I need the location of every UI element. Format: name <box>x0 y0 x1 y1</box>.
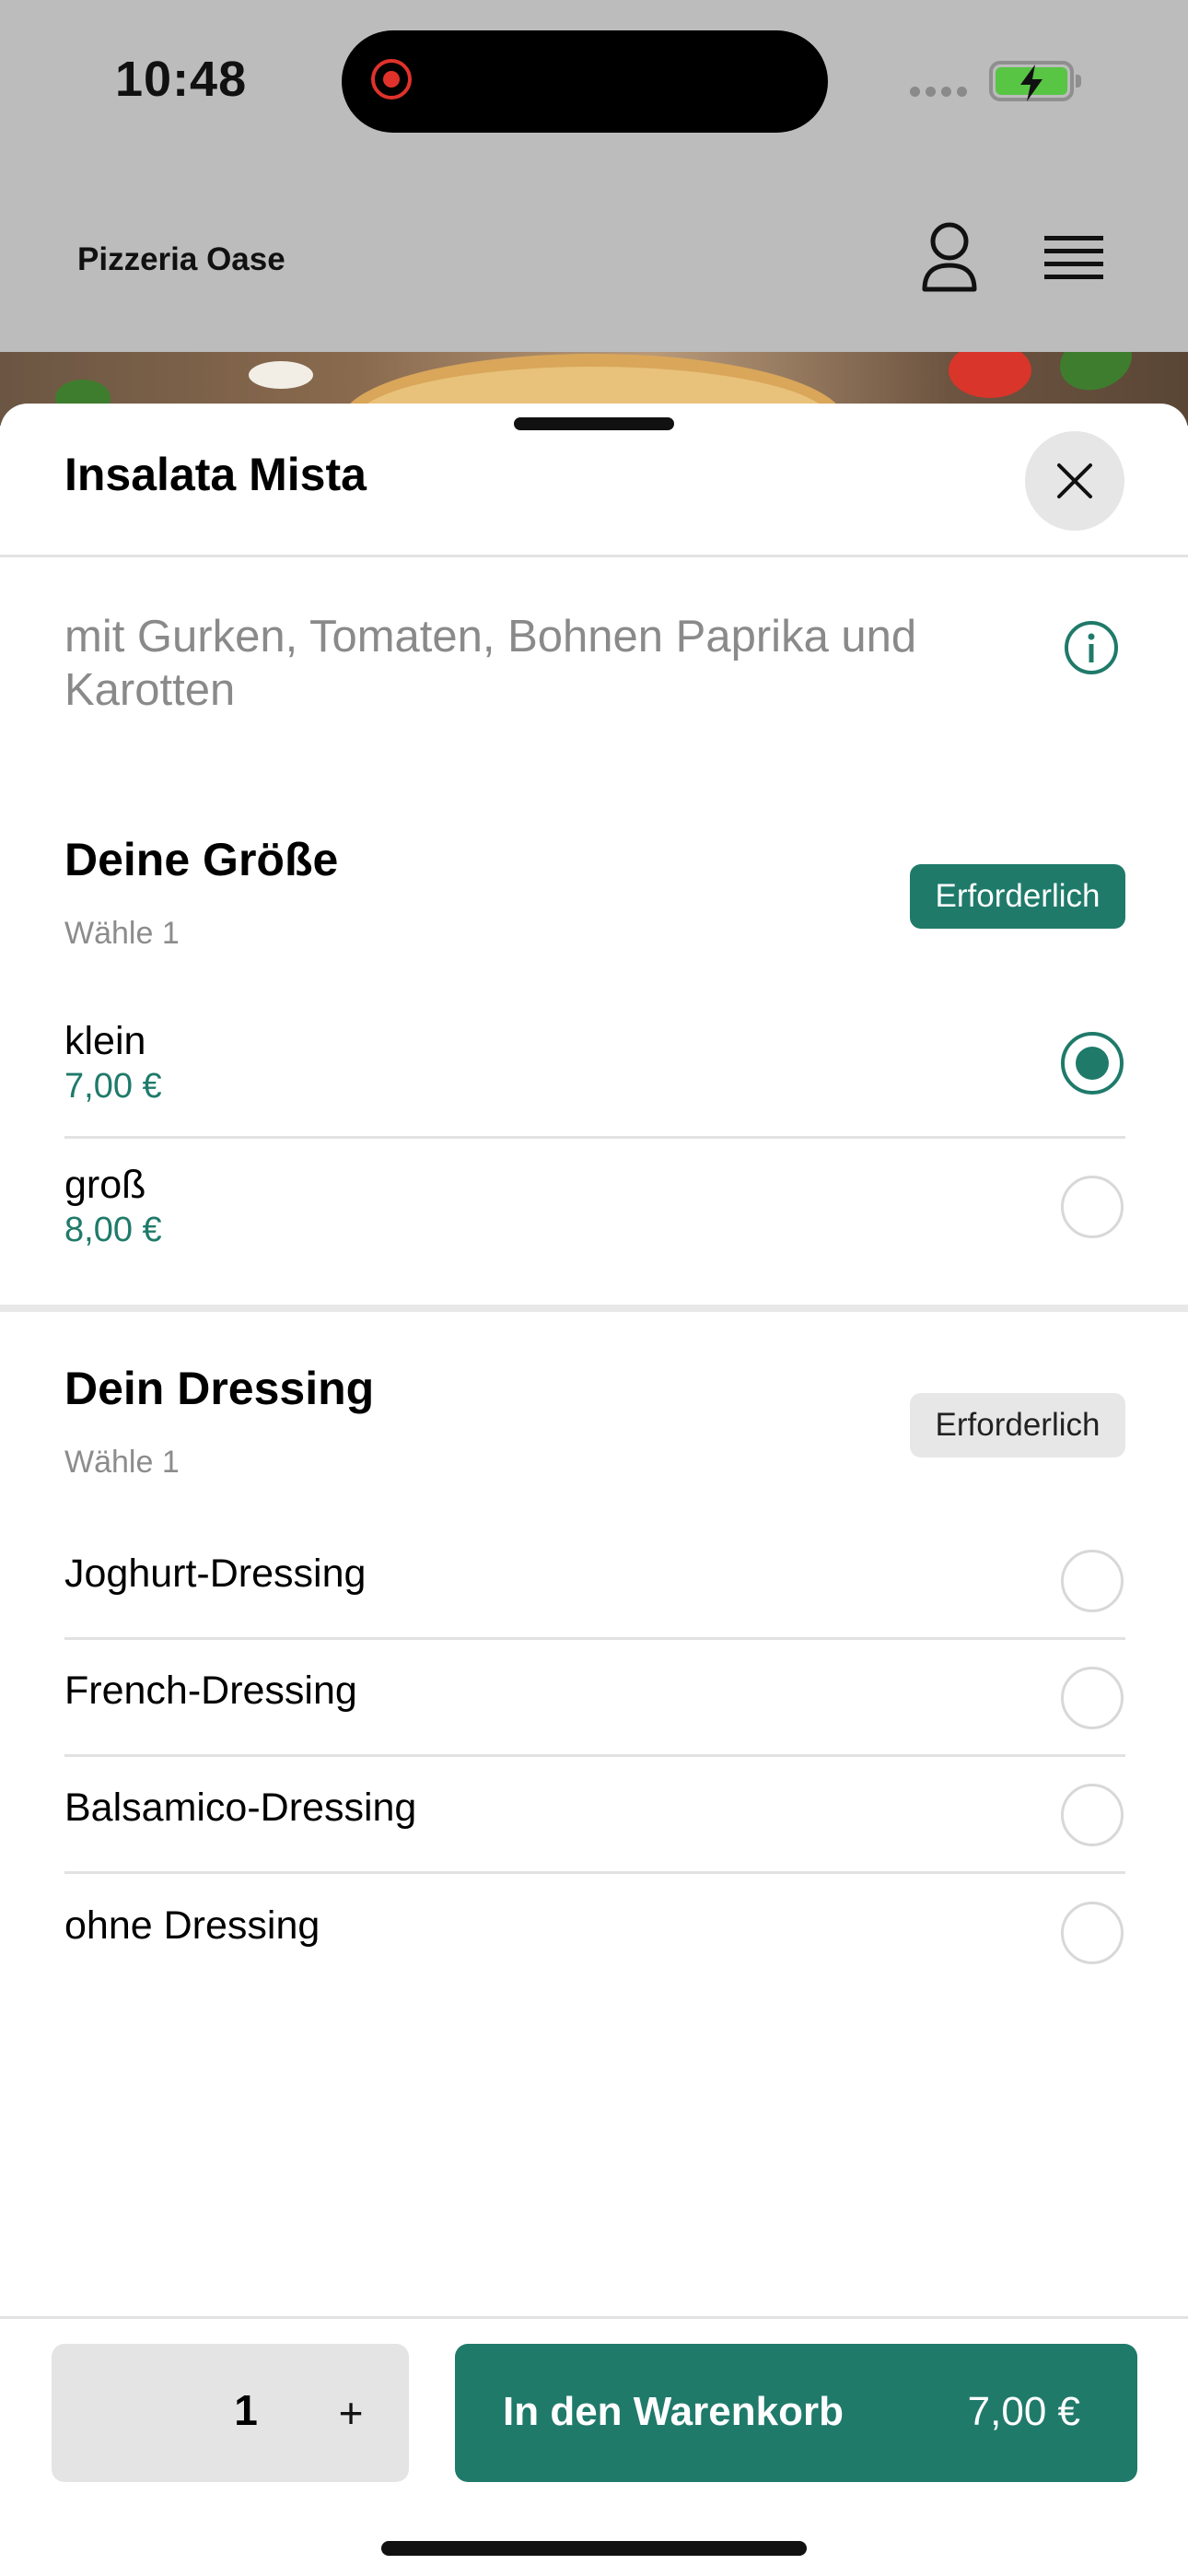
radio-button[interactable] <box>1061 1902 1124 1964</box>
size-section-title: Deine Größe <box>64 834 339 885</box>
radio-button[interactable] <box>1061 1667 1124 1729</box>
dressing-section-subtitle: Wähle 1 <box>64 1445 180 1480</box>
required-badge: Erforderlich <box>910 1393 1125 1458</box>
add-to-cart-price: 7,00 € <box>967 2389 1080 2434</box>
option-label: groß <box>64 1163 146 1207</box>
footer-divider <box>0 2316 1188 2319</box>
option-label: Balsamico-Dressing <box>64 1786 417 1830</box>
option-label: ohne Dressing <box>64 1903 320 1948</box>
divider <box>64 1637 1125 1640</box>
option-label: Joghurt-Dressing <box>64 1551 367 1596</box>
menu-icon[interactable] <box>1044 230 1103 286</box>
info-icon[interactable] <box>1062 618 1121 677</box>
divider <box>64 1871 1125 1874</box>
dynamic-island <box>342 30 828 133</box>
close-icon <box>1057 463 1092 498</box>
radio-button[interactable] <box>1061 1784 1124 1846</box>
app-header: 10:48 Pizzeria Oase <box>0 0 1188 355</box>
increment-button[interactable]: + <box>319 2381 383 2445</box>
radio-button[interactable] <box>1061 1550 1124 1612</box>
add-to-cart-label: In den Warenkorb <box>503 2389 844 2434</box>
radio-button-selected[interactable] <box>1061 1032 1124 1095</box>
size-section-subtitle: Wähle 1 <box>64 916 180 951</box>
product-description: mit Gurken, Tomaten, Bohnen Paprika und … <box>64 612 917 715</box>
quantity-stepper: 1 + <box>52 2344 409 2482</box>
signal-icon <box>910 85 974 97</box>
option-label: French-Dressing <box>64 1669 357 1713</box>
option-label: klein <box>64 1019 146 1063</box>
add-to-cart-button[interactable]: In den Warenkorb 7,00 € <box>455 2344 1137 2482</box>
battery-icon <box>989 61 1081 101</box>
app-title: Pizzeria Oase <box>77 241 285 277</box>
divider <box>64 1754 1125 1757</box>
sheet-grabber[interactable] <box>514 417 674 430</box>
product-sheet: Insalata Mista mit Gurken, Tomaten, Bohn… <box>0 404 1188 2576</box>
dressing-section-title: Dein Dressing <box>64 1363 375 1414</box>
status-time: 10:48 <box>115 52 248 107</box>
recording-indicator-icon <box>371 59 412 100</box>
option-price: 8,00 € <box>64 1211 162 1249</box>
divider <box>0 555 1188 557</box>
divider <box>64 1136 1125 1139</box>
section-separator <box>0 1305 1188 1312</box>
required-badge: Erforderlich <box>910 864 1125 929</box>
home-indicator[interactable] <box>381 2541 807 2556</box>
user-icon[interactable] <box>917 221 982 295</box>
quantity-value: 1 <box>234 2386 258 2434</box>
product-title: Insalata Mista <box>64 449 367 500</box>
close-button[interactable] <box>1025 431 1124 531</box>
radio-button[interactable] <box>1061 1176 1124 1238</box>
option-price: 7,00 € <box>64 1067 162 1106</box>
